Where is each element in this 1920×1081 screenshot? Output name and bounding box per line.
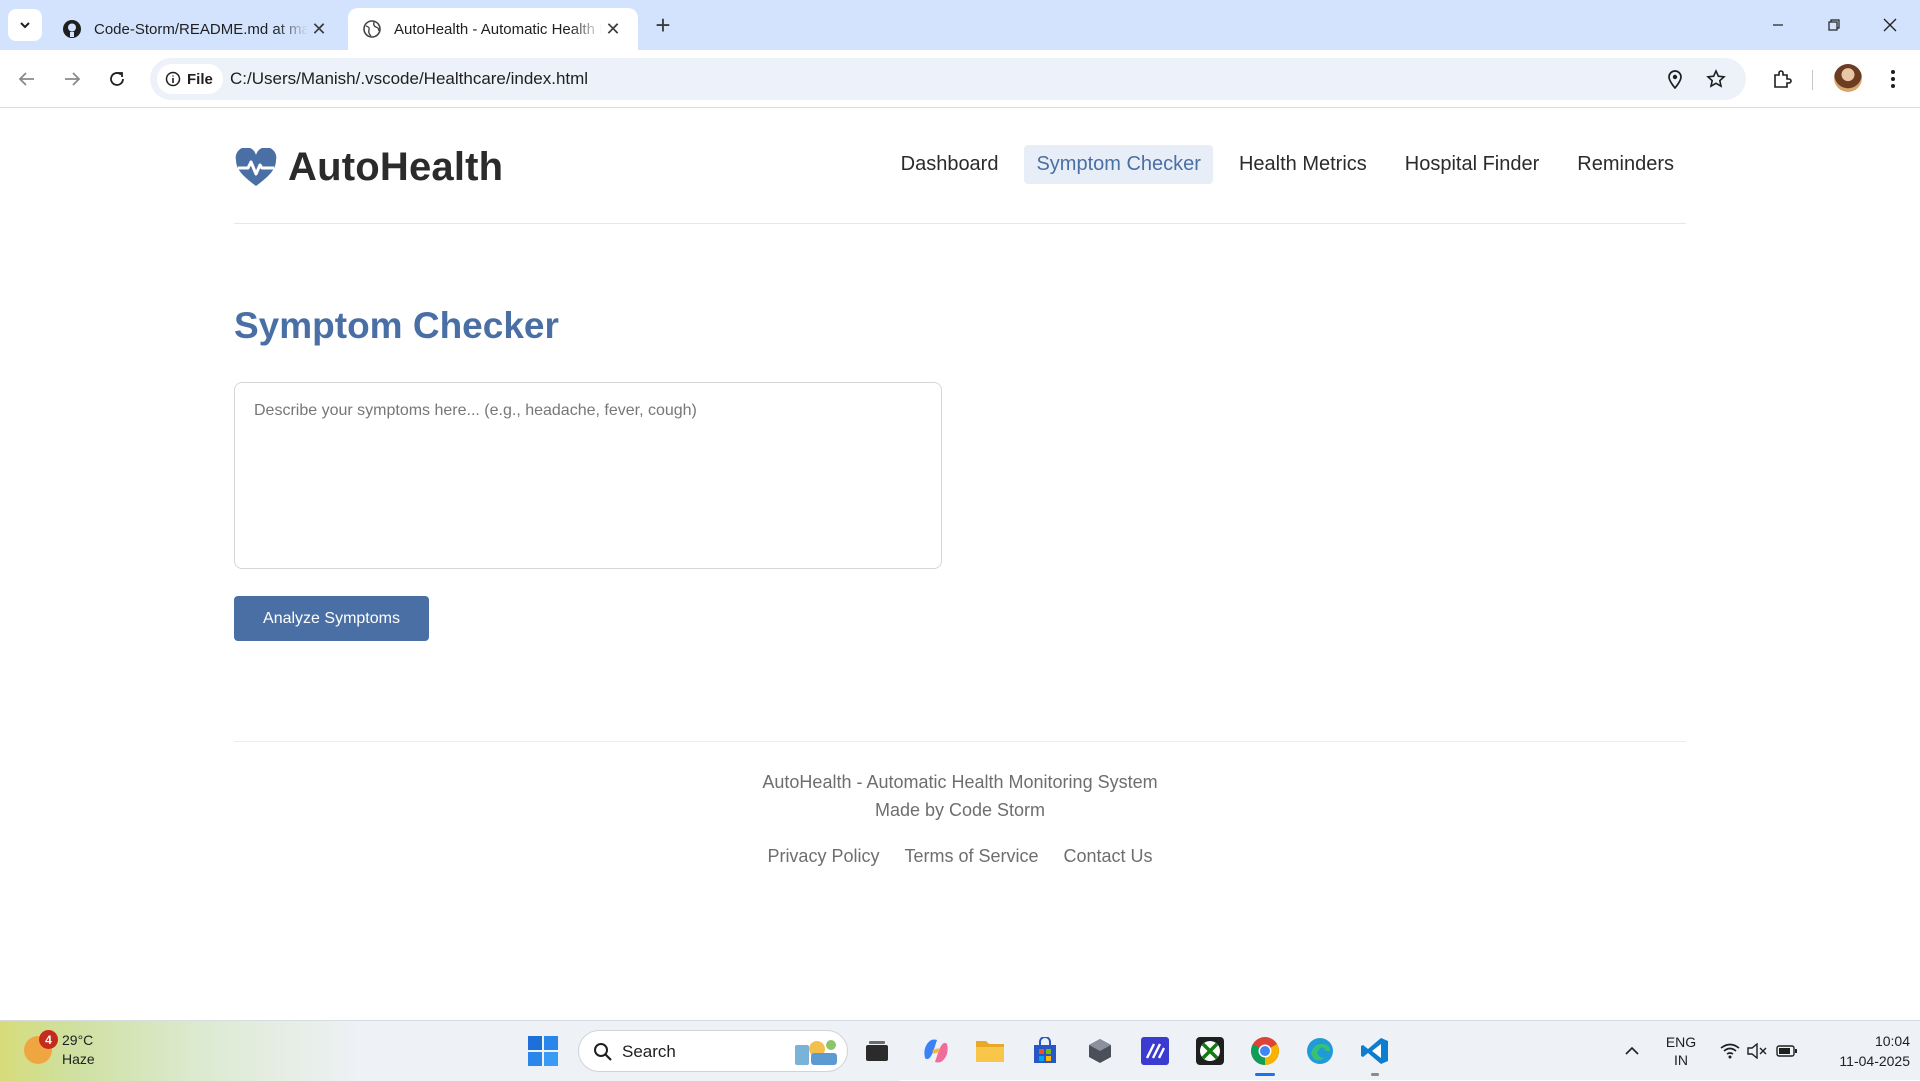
task-view-icon[interactable] (859, 1033, 895, 1069)
logo-text: AutoHealth (288, 145, 504, 189)
profile-avatar[interactable] (1834, 64, 1862, 92)
extensions-button[interactable] (1766, 63, 1798, 95)
clock-time: 10:04 (1874, 1033, 1910, 1049)
back-button[interactable] (11, 63, 43, 95)
restore-button[interactable] (1806, 0, 1862, 50)
tab-search-button[interactable] (8, 9, 42, 41)
microsoft-store-icon[interactable] (1027, 1033, 1063, 1069)
system-clock[interactable]: 10:04 11-04-2025 (1810, 1031, 1910, 1071)
page-content: AutoHealth Dashboard Symptom Checker Hea… (0, 109, 1920, 1020)
file-explorer-icon[interactable] (972, 1033, 1008, 1069)
info-icon (165, 71, 181, 87)
show-hidden-icons-button[interactable] (1620, 1021, 1644, 1081)
contact-us-link[interactable]: Contact Us (1064, 846, 1153, 867)
vscode-running-indicator (1371, 1073, 1379, 1076)
terms-of-service-link[interactable]: Terms of Service (904, 846, 1038, 867)
chevron-down-icon (20, 22, 30, 29)
close-tab-icon[interactable]: ✕ (602, 18, 624, 40)
more-vertical-icon (1891, 70, 1895, 88)
browser-tab-autohealth[interactable]: AutoHealth - Automatic Health Monitoring… (348, 8, 638, 50)
battery-icon[interactable] (1772, 1021, 1802, 1081)
symptom-description-input[interactable] (234, 382, 942, 569)
location-pin-icon[interactable] (1662, 66, 1688, 92)
analyze-symptoms-button[interactable]: Analyze Symptoms (234, 596, 429, 641)
close-icon (1883, 18, 1897, 32)
sun-haze-icon: 4 (24, 1030, 58, 1064)
site-chip-label: File (187, 70, 213, 88)
chrome-active-indicator (1255, 1073, 1275, 1076)
nav-symptom-checker[interactable]: Symptom Checker (1024, 145, 1213, 184)
clock-date: 11-04-2025 (1839, 1053, 1910, 1069)
reload-icon (110, 72, 124, 86)
restore-icon (1828, 19, 1840, 31)
chrome-icon[interactable] (1247, 1033, 1283, 1069)
new-tab-button[interactable]: + (650, 9, 676, 40)
nav-reminders[interactable]: Reminders (1565, 145, 1686, 184)
chevron-up-icon (1625, 1046, 1639, 1055)
heartbeat-icon (235, 147, 277, 186)
toolbar-divider (1812, 70, 1813, 90)
site-logo[interactable]: AutoHealth (234, 145, 503, 190)
close-tab-icon[interactable]: ✕ (308, 18, 330, 40)
nav-health-metrics[interactable]: Health Metrics (1227, 145, 1379, 184)
arrow-right-icon (65, 72, 81, 86)
url-text[interactable]: C:/Users/Manish/.vscode/Healthcare/index… (230, 69, 588, 89)
weather-temp: 29°C (62, 1032, 94, 1048)
puzzle-icon (1774, 70, 1792, 88)
app-editor-icon[interactable] (1137, 1033, 1173, 1069)
wifi-icon[interactable] (1716, 1021, 1744, 1081)
github-icon (62, 19, 82, 39)
site-info-chip[interactable]: File (157, 64, 223, 94)
search-label: Search (622, 1042, 676, 1061)
minimize-icon (1773, 24, 1783, 26)
minimize-button[interactable] (1750, 0, 1806, 50)
language-code: ENG (1665, 1034, 1697, 1050)
start-button[interactable] (527, 1035, 559, 1067)
copilot-icon[interactable] (918, 1033, 954, 1069)
search-highlight-illustration-icon (795, 1040, 837, 1065)
close-window-button[interactable] (1862, 0, 1918, 50)
footer-credit: Made by Code Storm (874, 800, 1046, 820)
globe-icon (362, 19, 382, 39)
nav-dashboard[interactable]: Dashboard (889, 145, 1011, 184)
volume-muted-icon[interactable] (1744, 1021, 1770, 1081)
page-title: Symptom Checker (234, 305, 559, 346)
plus-icon: + (655, 9, 671, 40)
windows-taskbar: 4 29°C Haze Search ENG IN 10:04 11-04-20… (0, 1020, 1920, 1081)
site-header: AutoHealth Dashboard Symptom Checker Hea… (234, 109, 1686, 224)
app-cube-icon[interactable] (1082, 1033, 1118, 1069)
language-indicator[interactable]: ENG IN (1658, 1021, 1704, 1081)
footer-links: Privacy Policy Terms of Service Contact … (234, 846, 1686, 867)
notification-badge: 4 (39, 1030, 58, 1049)
forward-button[interactable] (56, 63, 88, 95)
taskbar-search[interactable]: Search (578, 1030, 848, 1072)
tab-title: AutoHealth - Automatic Health Monitoring… (394, 20, 602, 38)
xbox-icon[interactable] (1192, 1033, 1228, 1069)
browser-tab-github[interactable]: Code-Storm/README.md at main ✕ (48, 8, 344, 50)
nav-hospital-finder[interactable]: Hospital Finder (1393, 145, 1552, 184)
vscode-icon[interactable] (1357, 1033, 1393, 1069)
weather-widget[interactable]: 4 29°C Haze (24, 1030, 95, 1069)
windows-logo-icon (528, 1036, 558, 1066)
browser-tab-bar: Code-Storm/README.md at main ✕ AutoHealt… (0, 0, 1920, 50)
footer-tagline: AutoHealth - Automatic Health Monitoring… (762, 772, 1158, 792)
main-nav: Dashboard Symptom Checker Health Metrics… (889, 145, 1686, 184)
privacy-policy-link[interactable]: Privacy Policy (767, 846, 879, 867)
arrow-left-icon (18, 72, 34, 86)
browser-toolbar: File C:/Users/Manish/.vscode/Healthcare/… (0, 50, 1920, 108)
site-footer: AutoHealth - Automatic Health Monitoring… (234, 741, 1686, 866)
region-code: IN (1674, 1052, 1688, 1068)
reload-button[interactable] (101, 63, 133, 95)
edge-icon[interactable] (1302, 1033, 1338, 1069)
weather-desc: Haze (62, 1051, 95, 1067)
search-icon (594, 1043, 612, 1061)
browser-menu-button[interactable] (1877, 63, 1909, 95)
address-bar[interactable]: File C:/Users/Manish/.vscode/Healthcare/… (150, 58, 1746, 100)
tab-title: Code-Storm/README.md at main (94, 20, 308, 38)
star-bookmark-icon[interactable] (1703, 66, 1729, 92)
